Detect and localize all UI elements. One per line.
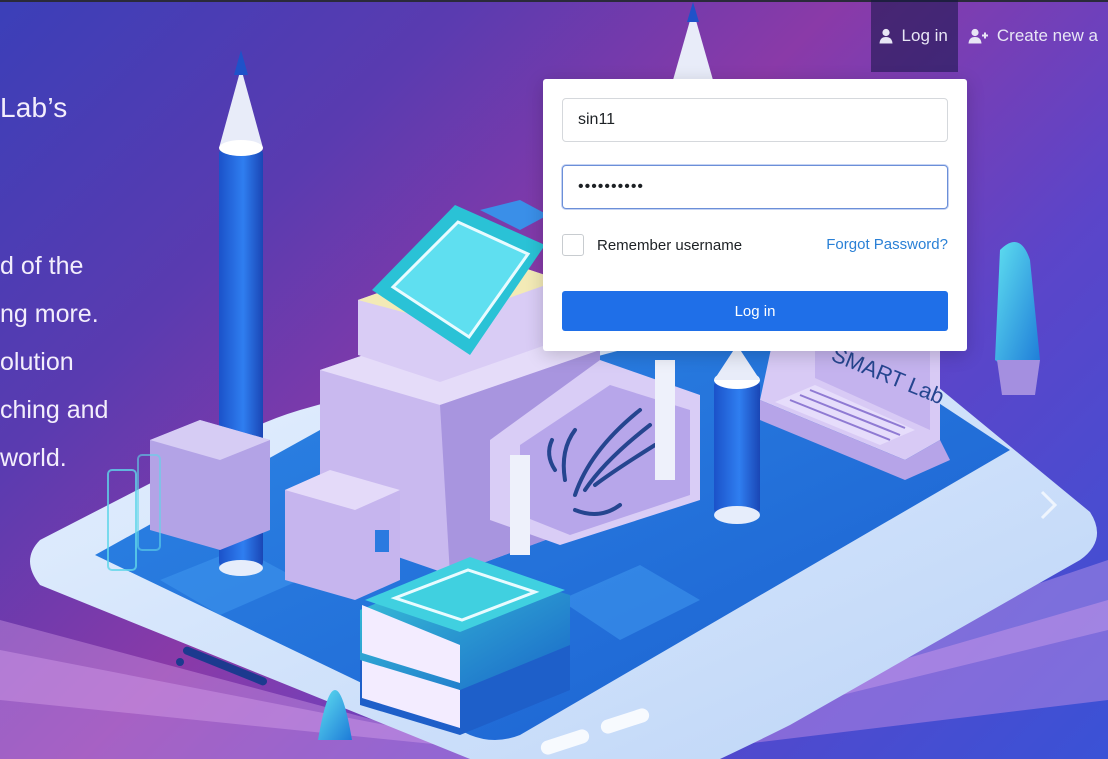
add-user-icon bbox=[968, 28, 988, 44]
hero-line: olution bbox=[0, 348, 74, 376]
login-submit-button[interactable]: Log in bbox=[562, 291, 948, 331]
password-input[interactable] bbox=[562, 165, 948, 209]
hero-title: Lab’s bbox=[0, 92, 68, 123]
nav-create-account-label: Create new a bbox=[996, 26, 1098, 45]
hero-line: world. bbox=[0, 444, 67, 472]
remember-username-checkbox[interactable] bbox=[562, 234, 584, 256]
hero-description: d of the ng more. olution ching and worl… bbox=[0, 242, 150, 482]
login-form: Remember username Forgot Password? Log i… bbox=[543, 79, 967, 351]
hero-line: d of the bbox=[0, 252, 84, 280]
user-icon bbox=[879, 28, 893, 44]
top-navigation: Log in Create new a bbox=[870, 0, 1108, 72]
remember-username-label: Remember username bbox=[597, 236, 743, 254]
nav-login-link[interactable]: Log in bbox=[870, 0, 958, 72]
nav-create-account-link[interactable]: Create new a bbox=[958, 0, 1108, 72]
hero-line: ching and bbox=[0, 396, 109, 424]
forgot-password-link[interactable]: Forgot Password? bbox=[826, 236, 948, 253]
remember-username-row: Remember username bbox=[562, 234, 742, 256]
nav-login-label: Log in bbox=[901, 26, 948, 45]
username-input[interactable] bbox=[562, 98, 948, 142]
hero-line: ng more. bbox=[0, 300, 99, 328]
